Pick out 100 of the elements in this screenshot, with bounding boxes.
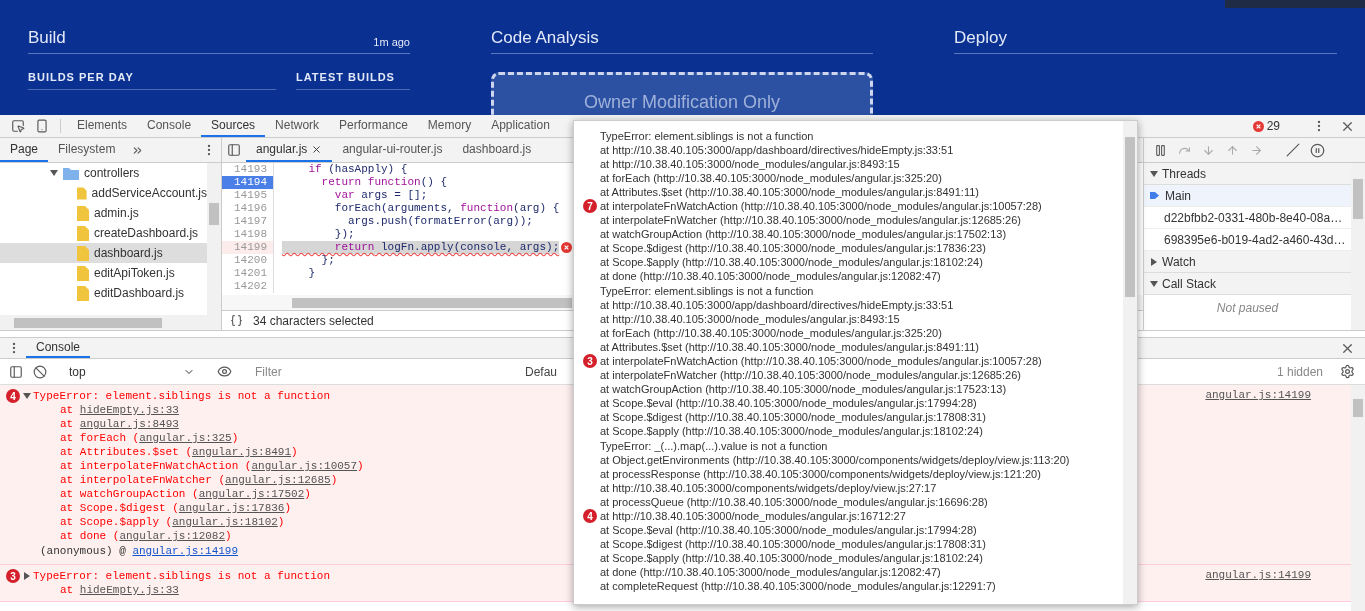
- expand-arrow-icon[interactable]: [23, 392, 31, 400]
- source-link[interactable]: angular.js:18102: [172, 516, 278, 528]
- panel-tab[interactable]: Network: [265, 115, 330, 137]
- file-item[interactable]: dashboard.js: [0, 243, 207, 263]
- error-message: TypeError: element.siblings is not a function: [33, 570, 331, 582]
- stack-line: at done (angular.js:12082): [60, 529, 232, 543]
- tooltip-line: at http://10.38.40.105:3000/node_modules/angular.js:16712:27: [600, 509, 906, 523]
- source-link[interactable]: angular.js:12082: [119, 530, 226, 542]
- tooltip-line: at Scope.$eval (http://10.38.40.105:3000/node_modules/angular.js:17994:28): [600, 523, 977, 537]
- count-badge: 3: [583, 354, 597, 368]
- section-header[interactable]: Watch: [1144, 251, 1351, 273]
- file-tab[interactable]: angular.js: [246, 138, 333, 162]
- tooltip-line: at done (http://10.38.40.105:3000/node_modules/angular.js:12082:47): [600, 269, 941, 283]
- file-item[interactable]: editDashboard.js: [0, 283, 207, 303]
- tooltip-line: TypeError: element.siblings is not a function: [600, 129, 814, 143]
- thread-item[interactable]: Main: [1144, 185, 1351, 207]
- panel-tab[interactable]: Application: [481, 115, 560, 137]
- tooltip-line: at Scope.$digest (http://10.38.40.105:3000/node_modules/angular.js:17836:23): [600, 241, 986, 255]
- navigator-tab[interactable]: Page: [0, 138, 49, 162]
- source-link[interactable]: angular.js:14199: [1205, 569, 1351, 583]
- stack-line: at interpolateFnWatcher (angular.js:12685): [60, 473, 338, 487]
- panel-tab[interactable]: Performance: [329, 115, 418, 137]
- hidden-count: 1 hidden: [1275, 364, 1324, 379]
- tooltip-line: at http://10.38.40.105:3000/app/dashboard/directives/hideEmpty.js:33:51: [600, 143, 954, 157]
- code-line: var args = [];: [333, 189, 428, 202]
- tooltip-line: at interpolateFnWatcher (http://10.38.40.105:3000/node_modules/angular.js:12685:26): [600, 368, 1021, 382]
- tooltip-line: at done (http://10.38.40.105:3000/node_modules/angular.js:12082:47): [600, 565, 941, 579]
- empty-text: Not paused: [1215, 300, 1280, 317]
- source-link[interactable]: angular.js:325: [139, 432, 232, 444]
- tooltip-line: at processResponse (http://10.38.40.105:3000/components/widgets/deploy/view.js:121:20): [600, 467, 1041, 481]
- expand-arrow-icon[interactable]: [23, 572, 31, 580]
- expand-arrow-icon[interactable]: [1150, 257, 1158, 266]
- panel-tab[interactable]: Elements: [67, 115, 138, 137]
- expand-arrow-icon[interactable]: [1150, 279, 1158, 288]
- stack-line: at Scope.$apply (angular.js:18102): [60, 515, 285, 529]
- file-item[interactable]: createDashboard.js: [0, 223, 207, 243]
- count-badge: 7: [583, 199, 597, 213]
- navigator-tab[interactable]: Filesystem: [48, 138, 126, 162]
- status-text: 34 characters selected: [253, 313, 374, 328]
- source-link[interactable]: angular.js:14199: [1205, 389, 1351, 403]
- tooltip-line: at Scope.$digest (http://10.38.40.105:3000/node_modules/angular.js:17808:31): [600, 537, 986, 551]
- stack-origin: (anonymous) @ angular.js:14199: [40, 544, 239, 559]
- file-item[interactable]: admin.js: [0, 203, 207, 223]
- line-number[interactable]: 14194: [222, 176, 274, 189]
- scrollbar[interactable]: [207, 163, 221, 315]
- count-badge: 4: [6, 389, 20, 403]
- tooltip-line: TypeError: element.siblings is not a function: [600, 284, 814, 298]
- source-link[interactable]: hideEmpty.js:33: [79, 584, 179, 596]
- folder-item[interactable]: controllers: [0, 163, 207, 183]
- source-link[interactable]: hideEmpty.js:33: [79, 404, 179, 416]
- tooltip-line: at completeRequest (http://10.38.40.105:3000/node_modules/angular.js:12291:7): [600, 579, 996, 593]
- stack-line: at Scope.$digest (angular.js:17836): [60, 501, 292, 515]
- source-link[interactable]: angular.js:10057: [251, 460, 358, 472]
- scrollbar[interactable]: [1123, 121, 1137, 604]
- panel-tab[interactable]: Memory: [417, 115, 482, 137]
- tooltip-line: at Object.getEnvironments (http://10.38.40.105:3000/components/widgets/deploy/view.js:113:20): [600, 453, 1070, 467]
- scrollbar[interactable]: [1351, 163, 1365, 330]
- section-header[interactable]: Threads: [1144, 163, 1351, 185]
- context-select[interactable]: top: [65, 361, 199, 382]
- expand-arrow-icon[interactable]: [1150, 169, 1158, 178]
- braces-icon[interactable]: [230, 314, 243, 327]
- count-badge: 4: [583, 509, 597, 523]
- source-link[interactable]: angular.js:17836: [178, 502, 285, 514]
- section-header[interactable]: Call Stack: [1144, 273, 1351, 295]
- levels-select[interactable]: Defau: [525, 364, 558, 379]
- file-item[interactable]: editApiToken.js: [0, 263, 207, 283]
- source-link[interactable]: angular.js:8491: [192, 446, 292, 458]
- file-item[interactable]: addServiceAccount.js: [0, 183, 207, 203]
- code-line: });: [333, 228, 355, 241]
- stack-line: at forEach (angular.js:325): [60, 431, 239, 445]
- tooltip-line: at interpolateFnWatcher (http://10.38.40.105:3000/node_modules/angular.js:12685:26): [600, 213, 1021, 227]
- source-link[interactable]: angular.js:8493: [79, 418, 179, 430]
- panel-tab[interactable]: Console: [137, 115, 202, 137]
- stack-line: at Attributes.$set (angular.js:8491): [60, 445, 298, 459]
- file-tab[interactable]: dashboard.js: [452, 138, 542, 162]
- file-icon: [77, 225, 89, 241]
- section-title: Build: [28, 28, 66, 48]
- tooltip-line: at interpolateFnWatchAction (http://10.38.40.105:3000/node_modules/angular.js:10057:28): [600, 354, 1042, 368]
- source-link[interactable]: angular.js:14199: [132, 545, 239, 557]
- tooltip-line: at Scope.$digest (http://10.38.40.105:3000/node_modules/angular.js:17808:31): [600, 410, 986, 424]
- source-link[interactable]: angular.js:12685: [225, 474, 331, 486]
- code-line: args.push(formatError(arg));: [347, 215, 533, 228]
- source-link[interactable]: angular.js:17502: [198, 488, 305, 500]
- expand-arrow-icon[interactable]: [50, 169, 58, 177]
- tooltip-line: at forEach (http://10.38.40.105:3000/node_modules/angular.js:325:20): [600, 171, 942, 185]
- error-icon: [1252, 120, 1264, 132]
- subheading: LATEST BUILDS: [296, 71, 410, 90]
- stack-line: at hideEmpty.js:33: [60, 583, 179, 597]
- drawer-tab[interactable]: Console: [26, 338, 91, 358]
- tooltip-line: at Attributes.$set (http://10.38.40.105:3000/node_modules/angular.js:8491:11): [600, 340, 979, 354]
- scrollbar[interactable]: [1351, 385, 1365, 611]
- scrollbar[interactable]: [0, 315, 221, 330]
- close-icon[interactable]: [311, 143, 323, 155]
- section-title: Deploy: [954, 28, 1007, 48]
- file-icon: [77, 245, 89, 261]
- error-counter[interactable]: 29: [1246, 119, 1286, 133]
- code-line: forEach(arguments, function(arg) {: [333, 202, 560, 215]
- tooltip-line: at Attributes.$set (http://10.38.40.105:3000/node_modules/angular.js:8491:11): [600, 185, 979, 199]
- tooltip-line: at watchGroupAction (http://10.38.40.105:3000/node_modules/angular.js:17502:13): [600, 227, 1007, 241]
- file-tab[interactable]: angular-ui-router.js: [332, 138, 453, 162]
